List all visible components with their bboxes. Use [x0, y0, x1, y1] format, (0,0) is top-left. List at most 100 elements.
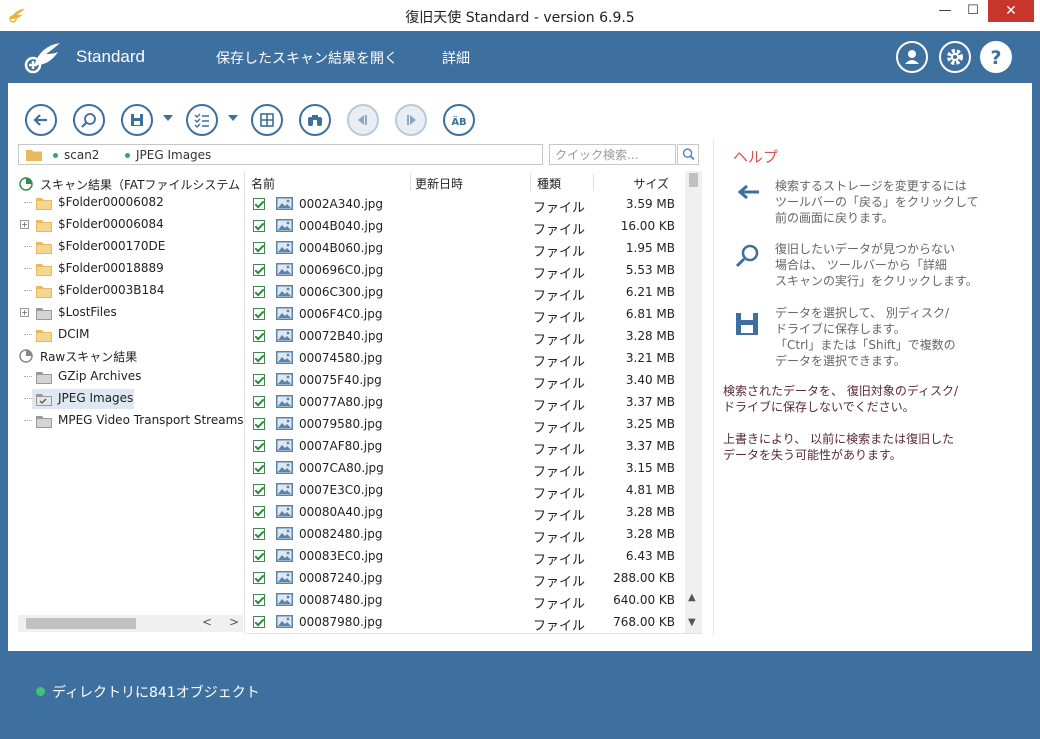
- row-checkbox[interactable]: [253, 286, 265, 298]
- view-mode-button[interactable]: [186, 104, 218, 136]
- column-header-name[interactable]: 名前: [251, 171, 411, 193]
- account-button[interactable]: [896, 41, 928, 73]
- table-row[interactable]: 00087980.jpg ファイル 768.00 KB: [247, 611, 687, 633]
- scrollbar-thumb[interactable]: [26, 618, 136, 629]
- tree-item[interactable]: GZip Archives: [18, 367, 243, 387]
- row-checkbox[interactable]: [253, 484, 265, 496]
- window-frame-right: [1032, 31, 1040, 731]
- row-checkbox[interactable]: [253, 374, 265, 386]
- expand-icon[interactable]: +: [20, 220, 29, 229]
- file-name: 00075F40.jpg: [299, 373, 382, 387]
- tree-item[interactable]: Rawスキャン結果: [18, 346, 243, 366]
- scroll-up-button[interactable]: ▲: [688, 592, 696, 603]
- table-row[interactable]: 00075F40.jpg ファイル 3.40 MB: [247, 369, 687, 392]
- image-file-icon: [276, 505, 293, 518]
- tree-item[interactable]: $Folder00018889: [18, 259, 243, 279]
- table-row[interactable]: 0006C300.jpg ファイル 6.21 MB: [247, 281, 687, 304]
- help-button[interactable]: ?: [980, 41, 1012, 73]
- open-saved-scan-link[interactable]: 保存したスキャン結果を開く: [216, 48, 398, 68]
- details-link[interactable]: 詳細: [442, 48, 470, 68]
- view-mode-dropdown-icon[interactable]: [228, 115, 238, 121]
- case-sensitive-button[interactable]: ÄB: [443, 104, 475, 136]
- row-checkbox[interactable]: [253, 528, 265, 540]
- file-type: ファイル: [533, 289, 586, 304]
- previous-button[interactable]: [347, 104, 379, 136]
- column-header-size[interactable]: サイズ: [593, 171, 677, 193]
- column-header-type[interactable]: 種類: [530, 171, 593, 193]
- row-checkbox[interactable]: [253, 462, 265, 474]
- row-checkbox[interactable]: [253, 396, 265, 408]
- scroll-down-button[interactable]: ▼: [688, 617, 696, 628]
- tree-item[interactable]: + $Folder00006084: [18, 215, 243, 235]
- breadcrumb-segment[interactable]: scan2: [53, 148, 99, 162]
- quick-search-input[interactable]: [549, 144, 676, 165]
- table-row[interactable]: 0007AF80.jpg ファイル 3.37 MB: [247, 435, 687, 458]
- close-button[interactable]: ✕: [988, 0, 1034, 22]
- file-type: ファイル: [533, 201, 586, 216]
- file-type: ファイル: [533, 245, 586, 260]
- table-row[interactable]: 00079580.jpg ファイル 3.25 MB: [247, 413, 687, 436]
- row-checkbox[interactable]: [253, 264, 265, 276]
- row-checkbox[interactable]: [253, 220, 265, 232]
- tree-item[interactable]: MPEG Video Transport Streams: [18, 411, 243, 431]
- row-checkbox[interactable]: [253, 506, 265, 518]
- tree-item[interactable]: $Folder00006082: [18, 193, 243, 213]
- table-row[interactable]: 00083EC0.jpg ファイル 6.43 MB: [247, 545, 687, 568]
- table-row[interactable]: 000696C0.jpg ファイル 5.53 MB: [247, 259, 687, 282]
- row-checkbox[interactable]: [253, 594, 265, 606]
- question-mark-icon: ?: [990, 47, 1001, 69]
- row-checkbox[interactable]: [253, 308, 265, 320]
- tree-item[interactable]: DCIM: [18, 325, 243, 345]
- table-row[interactable]: 0006F4C0.jpg ファイル 6.81 MB: [247, 303, 687, 326]
- table-row[interactable]: 00072B40.jpg ファイル 3.28 MB: [247, 325, 687, 348]
- row-checkbox[interactable]: [253, 242, 265, 254]
- expand-icon[interactable]: +: [20, 308, 29, 317]
- settings-button[interactable]: [939, 41, 971, 73]
- row-checkbox[interactable]: [253, 616, 265, 628]
- table-row[interactable]: 00080A40.jpg ファイル 3.28 MB: [247, 501, 687, 524]
- tree-item[interactable]: $Folder000170DE: [18, 237, 243, 257]
- find-button[interactable]: [299, 104, 331, 136]
- pane-divider[interactable]: [244, 171, 245, 634]
- table-row[interactable]: 00087480.jpg ファイル 640.00 KB: [247, 589, 687, 612]
- tree-horizontal-scrollbar[interactable]: < >: [18, 615, 243, 632]
- file-list-vertical-scrollbar[interactable]: ▲ ▼: [685, 171, 702, 634]
- table-row[interactable]: 0004B060.jpg ファイル 1.95 MB: [247, 237, 687, 260]
- table-row[interactable]: 00082480.jpg ファイル 3.28 MB: [247, 523, 687, 546]
- row-checkbox[interactable]: [253, 418, 265, 430]
- file-size: 3.21 MB: [625, 351, 675, 365]
- row-checkbox[interactable]: [253, 198, 265, 210]
- scroll-left-button[interactable]: <: [202, 615, 212, 629]
- scrollbar-thumb[interactable]: [689, 173, 698, 187]
- search-button[interactable]: [677, 144, 699, 165]
- grid-view-button[interactable]: [251, 104, 283, 136]
- file-type: ファイル: [533, 377, 586, 392]
- table-row[interactable]: 00074580.jpg ファイル 3.21 MB: [247, 347, 687, 370]
- back-button[interactable]: [25, 104, 57, 136]
- row-checkbox[interactable]: [253, 550, 265, 562]
- tree-item[interactable]: スキャン結果（FATファイルシステム: [18, 174, 243, 194]
- table-row[interactable]: 0007CA80.jpg ファイル 3.15 MB: [247, 457, 687, 480]
- row-checkbox[interactable]: [253, 330, 265, 342]
- next-button[interactable]: [395, 104, 427, 136]
- table-row[interactable]: 00087240.jpg ファイル 288.00 KB: [247, 567, 687, 590]
- table-row[interactable]: 0002A340.jpg ファイル 3.59 MB: [247, 193, 687, 216]
- table-row[interactable]: 00077A80.jpg ファイル 3.37 MB: [247, 391, 687, 414]
- column-header-modified[interactable]: 更新日時: [410, 171, 530, 193]
- table-row[interactable]: 0004B040.jpg ファイル 16.00 KB: [247, 215, 687, 238]
- deep-scan-button[interactable]: [73, 104, 105, 136]
- tree-item[interactable]: $Folder0003B184: [18, 281, 243, 301]
- tree-item[interactable]: + $LostFiles: [18, 303, 243, 323]
- row-checkbox[interactable]: [253, 572, 265, 584]
- save-button[interactable]: [121, 104, 153, 136]
- maximize-button[interactable]: ☐: [960, 0, 986, 22]
- row-checkbox[interactable]: [253, 352, 265, 364]
- table-row[interactable]: 0007E3C0.jpg ファイル 4.81 MB: [247, 479, 687, 502]
- minimize-button[interactable]: —: [930, 0, 960, 22]
- file-size: 640.00 KB: [613, 593, 675, 607]
- row-checkbox[interactable]: [253, 440, 265, 452]
- save-dropdown-icon[interactable]: [163, 115, 173, 121]
- breadcrumb-segment[interactable]: JPEG Images: [125, 148, 211, 162]
- scroll-right-button[interactable]: >: [229, 615, 239, 629]
- tree-item[interactable]: JPEG Images: [18, 389, 243, 409]
